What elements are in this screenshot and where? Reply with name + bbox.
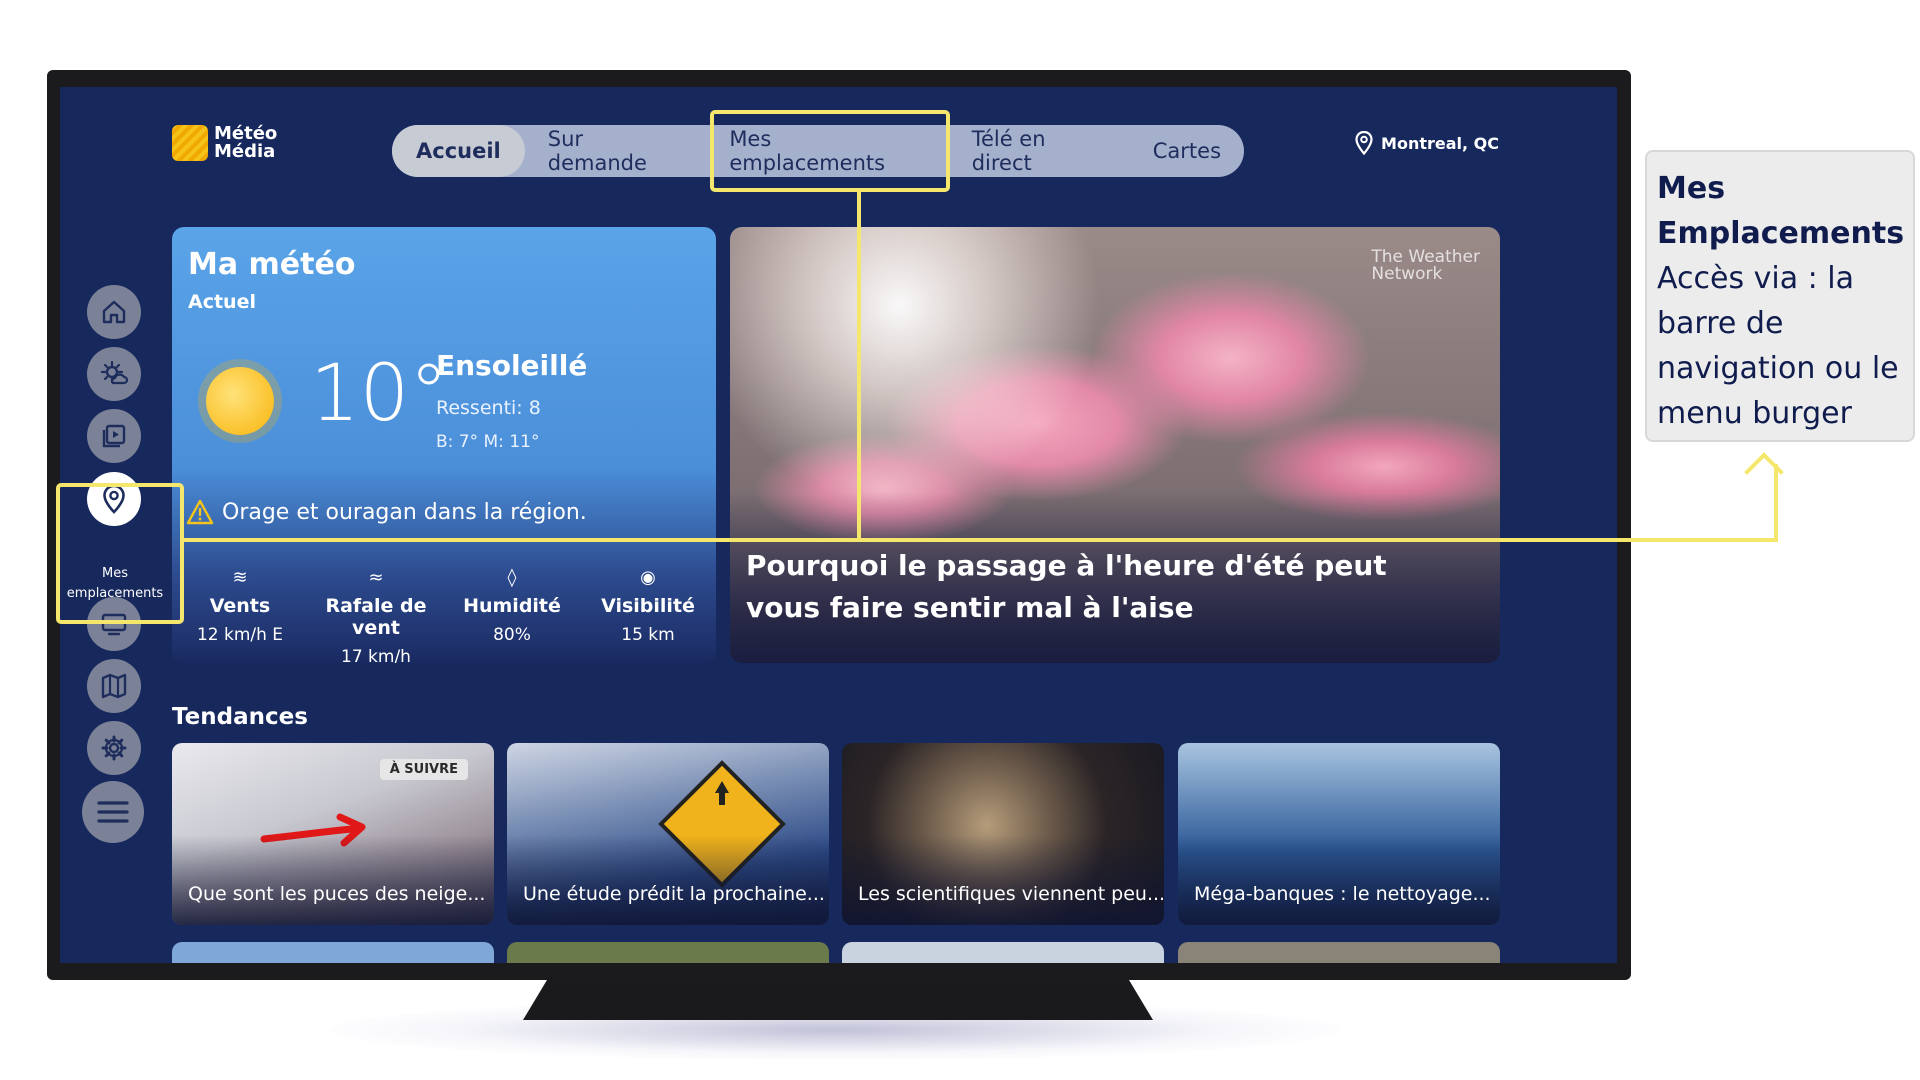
- trend-caption: Que sont les puces des neige...: [188, 883, 486, 905]
- my-weather-card[interactable]: Ma météo Actuel 10° Ensoleillé Ressenti:…: [172, 227, 716, 663]
- sun-icon: [206, 367, 274, 435]
- highlight-sidebar-item: [56, 483, 184, 624]
- trend-caption: Une étude prédit la prochaine...: [523, 883, 825, 905]
- highlight-nav-tab: [710, 110, 950, 192]
- weather-condition: Ensoleillé: [436, 349, 588, 382]
- weather-network-watermark: The Weather Network: [1371, 247, 1480, 284]
- sidebar-item-settings[interactable]: [87, 721, 141, 775]
- weather-card-subtitle: Actuel: [188, 291, 256, 313]
- logo-text: Météo Média: [214, 123, 278, 162]
- trend-gradient: [507, 835, 829, 925]
- sidebar-item-map[interactable]: [87, 659, 141, 713]
- sidebar-item-video[interactable]: [87, 409, 141, 463]
- up-next-badge: À SUIVRE: [379, 759, 468, 780]
- current-temperature: 10°: [310, 349, 449, 439]
- sidebar-item-home[interactable]: [87, 285, 141, 339]
- trend-card[interactable]: Une étude prédit la prochaine...: [507, 743, 829, 925]
- weather-alert-text: Orage et ouragan dans la région.: [222, 499, 587, 525]
- gust-icon: ≈: [368, 567, 384, 588]
- trend-card[interactable]: Méga-banques : le nettoyage...: [1178, 743, 1500, 925]
- stat-label: Vents: [209, 595, 271, 617]
- tab-accueil[interactable]: Accueil: [392, 125, 525, 177]
- stat-value: 15 km: [621, 625, 675, 645]
- weather-stats: ≋ Vents 12 km/h E ≈ Rafale de vent 17 km…: [172, 567, 716, 663]
- feels-like: Ressenti: 8: [436, 397, 541, 419]
- video-icon: [102, 424, 126, 448]
- stat-label: Humidité: [463, 595, 561, 617]
- tab-tele-en-direct[interactable]: Télé en direct: [949, 125, 1130, 177]
- sidebar-item-menu[interactable]: [82, 781, 144, 843]
- tv-screen: Météo Média Accueil Sur demande Mes empl…: [60, 87, 1617, 963]
- trend-card-partial[interactable]: [507, 942, 829, 963]
- sidebar-item-weather[interactable]: [87, 347, 141, 401]
- trend-gradient: [842, 835, 1164, 925]
- stat-value: 80%: [493, 625, 531, 645]
- trend-card-partial[interactable]: [172, 942, 494, 963]
- annotation-callout: Mes Emplacements Accès via : la barre de…: [1645, 150, 1915, 442]
- trend-card-partial[interactable]: [1178, 942, 1500, 963]
- gear-icon: [101, 735, 127, 761]
- home-icon: [102, 300, 126, 324]
- location-pin-icon: [1355, 131, 1373, 155]
- featured-article-title: Pourquoi le passage à l'heure d'été peut…: [746, 549, 1387, 624]
- high-low: B: 7° M: 11°: [436, 432, 540, 452]
- tv-stand: [523, 978, 1153, 1020]
- featured-article[interactable]: The Weather Network Pourquoi le passage …: [730, 227, 1500, 663]
- trends-heading: Tendances: [172, 704, 308, 730]
- weather-alert[interactable]: Orage et ouragan dans la région.: [186, 499, 587, 525]
- logo-mark-icon: [172, 125, 208, 161]
- connector-line: [184, 538, 1778, 542]
- stat-humidity: ◊ Humidité 80%: [444, 567, 580, 663]
- meteo-media-logo[interactable]: Météo Média: [172, 125, 277, 161]
- annotation-text: Accès via : la barre de navigation ou le…: [1657, 261, 1899, 431]
- warning-icon: [186, 499, 214, 525]
- trend-caption: Méga-banques : le nettoyage...: [1194, 883, 1491, 905]
- location-label: Montreal, QC: [1381, 133, 1499, 153]
- tab-cartes[interactable]: Cartes: [1130, 125, 1244, 177]
- current-location[interactable]: Montreal, QC: [1355, 131, 1499, 155]
- stat-label: Rafale de vent: [325, 595, 427, 639]
- trend-card[interactable]: À SUIVRE Que sont les puces des neige...: [172, 743, 494, 925]
- stat-visibility: ◉ Visibilité 15 km: [580, 567, 716, 663]
- map-icon: [101, 673, 127, 699]
- trend-gradient: [1178, 835, 1500, 925]
- weather-icon: [100, 360, 129, 385]
- stat-label: Visibilité: [601, 595, 695, 617]
- tab-sur-demande[interactable]: Sur demande: [525, 125, 707, 177]
- stat-gust: ≈ Rafale de vent 17 km/h: [308, 567, 444, 663]
- annotation-title: Mes Emplacements: [1657, 171, 1905, 251]
- trend-card[interactable]: Les scientifiques viennent peu...: [842, 743, 1164, 925]
- trend-caption: Les scientifiques viennent peu...: [858, 883, 1164, 905]
- connector-line: [857, 192, 861, 541]
- stat-value: 17 km/h: [341, 647, 411, 663]
- menu-icon: [97, 801, 129, 823]
- stat-wind: ≋ Vents 12 km/h E: [172, 567, 308, 663]
- trend-gradient: [172, 835, 494, 925]
- visibility-icon: ◉: [640, 567, 656, 588]
- weather-card-title: Ma météo: [188, 247, 356, 282]
- wind-icon: ≋: [232, 567, 248, 588]
- stat-value: 12 km/h E: [196, 625, 284, 645]
- trend-card-partial[interactable]: [842, 942, 1164, 963]
- humidity-icon: ◊: [507, 567, 517, 588]
